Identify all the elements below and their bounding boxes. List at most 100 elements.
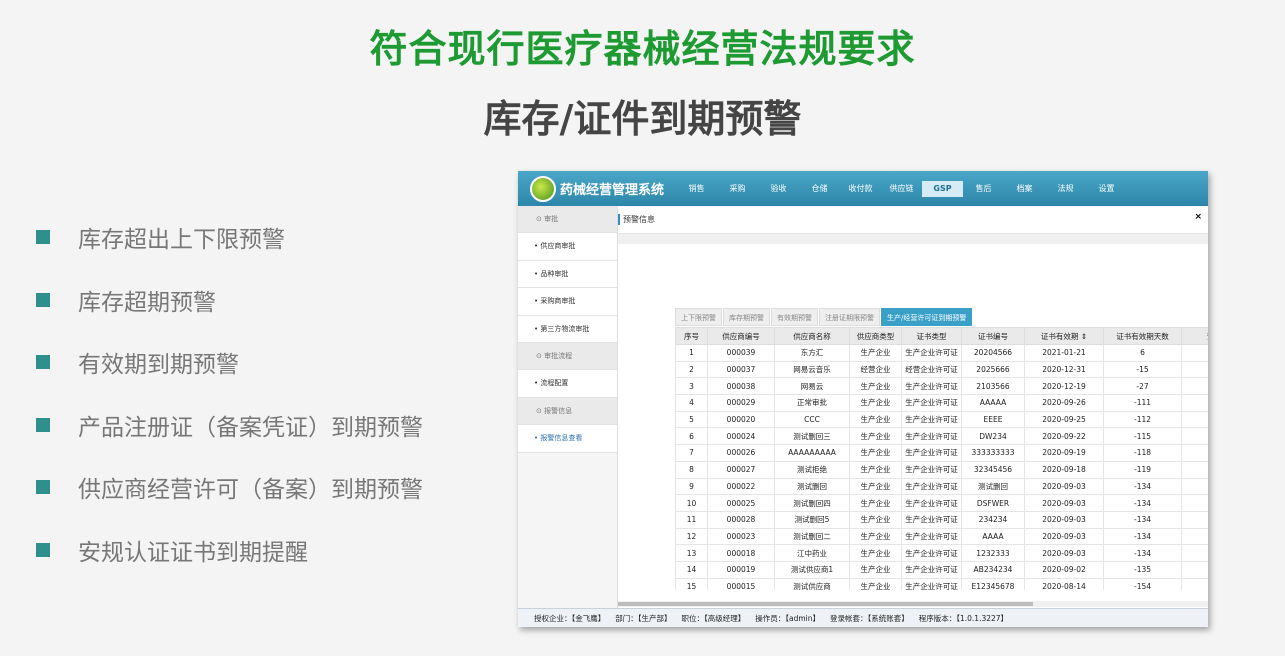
nav-item-1[interactable]: 采购 bbox=[717, 181, 758, 197]
table-cell: 000025 bbox=[707, 494, 775, 512]
sidebar-item[interactable]: • 第三方物流审批 bbox=[518, 315, 617, 343]
table-row[interactable]: 3 000038 网易云 生产企业 生产企业许可证 2103566 2020-12-19 -2… bbox=[675, 377, 1208, 396]
table-cell: 000020 bbox=[707, 410, 775, 429]
table-cell: 234234 bbox=[961, 510, 1025, 529]
nav-item-3[interactable]: 仓储 bbox=[799, 181, 840, 197]
table-row[interactable]: 13 000018 江中药业 生产企业 生产企业许可证 1232333 2020-09-03… bbox=[675, 544, 1208, 562]
nav-item-4[interactable]: 收付款 bbox=[840, 181, 881, 197]
scrollbar-thumb[interactable] bbox=[618, 602, 1033, 606]
table-row[interactable]: 5 000020 CCC 生产企业 生产企业许可证 EEEE 2020-09-25 -112 bbox=[675, 410, 1208, 429]
bullet-square-icon bbox=[36, 417, 50, 432]
tab-0[interactable]: 上下限预警 bbox=[675, 308, 722, 326]
nav-item-6[interactable]: GSP bbox=[922, 180, 964, 197]
table-cell: 生产企业 bbox=[849, 560, 902, 579]
table-cell: 生产企业许可证 bbox=[901, 377, 962, 396]
status-field: 职位：【高级经理】 bbox=[681, 613, 746, 623]
tab-2[interactable]: 有效期预警 bbox=[771, 308, 818, 326]
status-field: 登录帐套：【系统账套】 bbox=[830, 613, 909, 623]
feature-label: 安规认证证书到期提醒 bbox=[78, 539, 308, 566]
horizontal-scrollbar[interactable] bbox=[618, 601, 1208, 607]
sidebar-item[interactable]: • 供应商审批 bbox=[518, 233, 617, 261]
table-cell: 生产企业许可证 bbox=[901, 477, 962, 496]
table-cell: 2020-09-03 bbox=[1024, 494, 1104, 512]
table-row[interactable]: 2 000037 网易云音乐 经营企业 经营企业许可证 2025666 2020-12-31… bbox=[675, 360, 1208, 379]
table-cell: 测试删回 bbox=[961, 477, 1025, 496]
status-bar: 授权企业：【金飞鹰】 部门：【生产部】 职位：【高级经理】 操作员：【admin】 登录… bbox=[518, 608, 1208, 627]
table-cell: 000037 bbox=[707, 360, 775, 379]
table-row[interactable]: 4 000029 正常审批 生产企业 生产企业许可证 AAAAA 2020-09-26 -11… bbox=[675, 394, 1208, 412]
table-cell bbox=[1181, 577, 1208, 590]
nav-item-7[interactable]: 售后 bbox=[963, 181, 1004, 197]
sidebar-item[interactable]: • 采购商审批 bbox=[518, 288, 617, 316]
bullet-square-icon bbox=[36, 355, 50, 370]
table-cell: 000038 bbox=[707, 377, 775, 396]
table-row[interactable]: 11 000028 测试删回5 生产企业 生产企业许可证 234234 2020-09-03… bbox=[675, 510, 1208, 529]
breadcrumb: 预警信息 bbox=[618, 206, 1208, 234]
table-row[interactable]: 9 000022 测试删回 生产企业 生产企业许可证 测试删回 2020-09-03 -134 bbox=[675, 477, 1208, 496]
table-cell: 测试删回三 bbox=[774, 427, 850, 446]
close-icon[interactable]: × bbox=[1194, 212, 1202, 222]
column-header[interactable]: 预警 bbox=[1181, 327, 1208, 345]
headline: 符合现行医疗器械经营法规要求 bbox=[369, 27, 916, 71]
table-cell: 2020-09-03 bbox=[1024, 510, 1104, 529]
table-row[interactable]: 12 000023 测试删回二 生产企业 生产企业许可证 AAAA 2020-09-03 -1… bbox=[675, 527, 1208, 546]
nav-item-8[interactable]: 档案 bbox=[1004, 181, 1045, 197]
table-cell bbox=[1181, 477, 1208, 496]
nav-item-10[interactable]: 设置 bbox=[1086, 181, 1127, 197]
column-header[interactable]: 供应商编号 bbox=[707, 327, 775, 345]
table-cell: 12 bbox=[675, 527, 708, 546]
table-row[interactable]: 1 000039 东方汇 生产企业 生产企业许可证 20204566 2021-01-21 6 bbox=[675, 344, 1208, 362]
column-header[interactable]: 供应商名称 bbox=[774, 327, 850, 345]
nav-item-5[interactable]: 供应链 bbox=[881, 181, 922, 197]
feature-item: 有效期到期预警 bbox=[36, 331, 423, 394]
table-cell: 000026 bbox=[707, 444, 775, 462]
table-row[interactable]: 10 000025 测试删回四 生产企业 生产企业许可证 DSFWER 2020-09-03… bbox=[675, 494, 1208, 512]
table-row[interactable]: 7 000026 AAAAAAAAA 生产企业 生产企业许可证 333333333 2020… bbox=[675, 444, 1208, 462]
column-header[interactable]: 供应商类型 bbox=[849, 327, 902, 345]
column-header[interactable]: 证书有效期 ⇕ bbox=[1024, 327, 1104, 345]
table-row[interactable]: 15 000015 测试供应商 生产企业 生产企业许可证 E12345678 2020-08… bbox=[675, 577, 1208, 590]
table-cell: 江中药业 bbox=[774, 544, 850, 562]
table-cell bbox=[1181, 427, 1208, 446]
top-navbar: 药械经营管理系统 销售 采购 验收 仓储 收付款 供应链 GSP 售后 档案 法规 设置 bbox=[518, 171, 1208, 206]
table-cell: 正常审批 bbox=[774, 394, 850, 412]
column-header[interactable]: 证书类型 bbox=[901, 327, 962, 345]
table-cell: -111 bbox=[1103, 394, 1182, 412]
feature-item: 库存超期预警 bbox=[36, 269, 423, 332]
table-cell bbox=[1181, 494, 1208, 512]
table-row[interactable]: 6 000024 测试删回三 生产企业 生产企业许可证 DW234 2020-09-22 -1… bbox=[675, 427, 1208, 446]
sidebar-item[interactable]: • 品种审批 bbox=[518, 260, 617, 289]
page-title: 预警信息 bbox=[623, 215, 655, 224]
table-cell: 2020-09-26 bbox=[1024, 394, 1104, 412]
table-cell: -118 bbox=[1103, 444, 1182, 462]
sidebar-item[interactable]: • 流程配置 bbox=[518, 370, 617, 398]
nav-item-2[interactable]: 验收 bbox=[758, 181, 799, 197]
table-cell: 000027 bbox=[707, 460, 775, 479]
column-header[interactable]: 序号 bbox=[675, 327, 708, 345]
warning-table: 序号供应商编号供应商名称供应商类型证书类型证书编号证书有效期 ⇕证书有效期天数预… bbox=[675, 327, 1208, 590]
table-row[interactable]: 14 000019 测试供应商1 生产企业 生产企业许可证 AB234234 2020-09… bbox=[675, 560, 1208, 579]
bullet-square-icon bbox=[36, 542, 50, 557]
table-cell: 生产企业许可证 bbox=[901, 510, 962, 529]
column-header[interactable]: 证书有效期天数 bbox=[1103, 327, 1182, 345]
feature-label: 产品注册证（备案凭证）到期预警 bbox=[78, 414, 423, 441]
table-row[interactable]: 8 000027 测试拒绝 生产企业 生产企业许可证 32345456 2020-09-18… bbox=[675, 460, 1208, 479]
tab-3[interactable]: 注册证期限预警 bbox=[819, 308, 880, 326]
table-cell: E12345678 bbox=[961, 577, 1025, 590]
column-header[interactable]: 证书编号 bbox=[961, 327, 1025, 345]
main-content: 预警信息 × 上下限预警 库存期预警 有效期预警 注册证期限预警 生产/经营许可证到期预… bbox=[618, 206, 1208, 608]
table-cell: 2021-01-21 bbox=[1024, 344, 1104, 362]
nav-item-9[interactable]: 法规 bbox=[1045, 181, 1086, 197]
tab-4[interactable]: 生产/经营许可证到期预警 bbox=[881, 308, 973, 326]
table-cell: 13 bbox=[675, 544, 708, 562]
feature-item: 产品注册证（备案凭证）到期预警 bbox=[36, 394, 423, 457]
sidebar-item[interactable]: • 报警信息查看 bbox=[518, 425, 617, 453]
table-cell: 000039 bbox=[707, 344, 775, 362]
table-cell: AAAAAAAAA bbox=[774, 444, 850, 462]
app-window: 药械经营管理系统 销售 采购 验收 仓储 收付款 供应链 GSP 售后 档案 法规 设置 ⊙ 审批 •… bbox=[518, 171, 1208, 627]
table-cell bbox=[1181, 377, 1208, 396]
status-field: 操作员：【admin】 bbox=[755, 613, 820, 623]
tab-1[interactable]: 库存期预警 bbox=[723, 308, 770, 326]
table-cell: AB234234 bbox=[961, 560, 1025, 579]
nav-item-0[interactable]: 销售 bbox=[676, 181, 717, 197]
